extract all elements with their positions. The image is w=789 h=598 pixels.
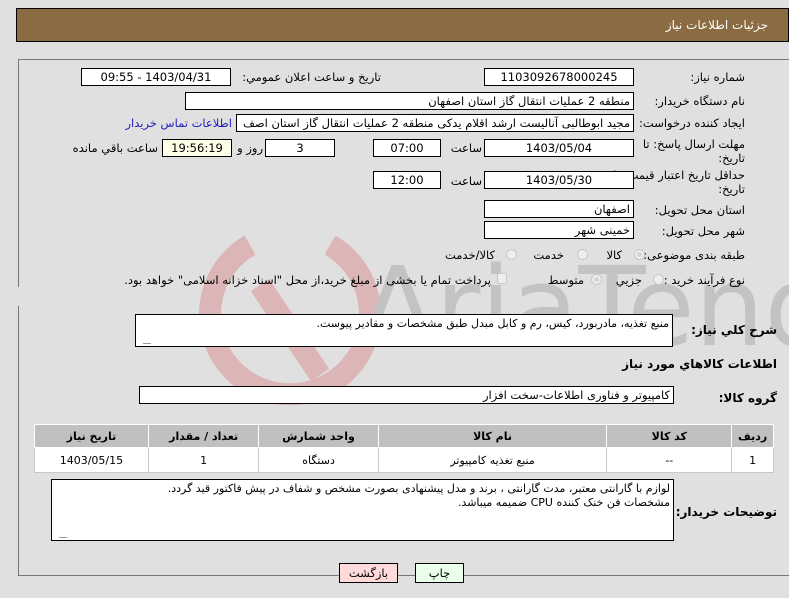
cell-unit: دستگاه	[258, 447, 379, 473]
treasury-payment-note: پرداخت تمام یا بخشی از مبلغ خرید،از محل …	[124, 273, 491, 287]
page-header: جزئیات اطلاعات نیاز	[16, 8, 789, 42]
days-remaining-field: 3	[265, 139, 335, 157]
price-validity-time-label: ساعت	[450, 174, 482, 188]
resize-grip-icon[interactable]	[50, 529, 68, 538]
days-label: روز و	[237, 141, 263, 155]
reply-time-field: 07:00	[373, 139, 441, 157]
category-option-goods-service: کالا/خدمت	[444, 248, 495, 262]
cell-code: --	[606, 447, 733, 473]
col-row: ردیف	[731, 424, 774, 448]
purchase-type-label: نوع فرآیند خرید :	[663, 273, 745, 287]
col-date: تاریخ نیاز	[34, 424, 149, 448]
buyer-org-field: منطقه 2 عملیات انتقال گاز استان اصفهان	[185, 92, 634, 110]
reply-date-field: 1403/05/04	[484, 139, 634, 157]
description-label: شرح كلي نياز:	[691, 323, 777, 337]
cell-name: منبع تغذیه کامپیوتر	[377, 447, 608, 473]
print-button[interactable]: چاپ	[415, 563, 464, 583]
time-remaining-field: 19:56:19	[162, 139, 232, 157]
category-radio-goods-service[interactable]	[506, 249, 517, 260]
price-validity-time-field: 12:00	[373, 171, 441, 189]
resize-grip-icon[interactable]	[134, 335, 152, 344]
announce-datetime-label: تاریخ و ساعت اعلان عمومي:	[242, 70, 381, 84]
reply-deadline-label: مهلت ارسال پاسخ: تا تاریخ:	[642, 137, 745, 165]
need-number-field: 1103092678000245	[484, 68, 634, 86]
page-title: جزئیات اطلاعات نیاز	[665, 18, 768, 32]
delivery-province-label: استان محل تحویل:	[654, 203, 745, 217]
table-row: 1 -- منبع تغذیه کامپیوتر دستگاه 1 1403/0…	[34, 447, 774, 473]
buyer-notes-textarea[interactable]: لوازم با گارانتی معتبر، مدت گارانتی ، بر…	[50, 479, 674, 541]
delivery-city-field: خمینی شهر	[484, 221, 634, 239]
items-table-wrapper: ردیف کد کالا نام کالا واحد شمارش تعداد /…	[34, 424, 774, 473]
price-validity-date-field: 1403/05/30	[484, 171, 634, 189]
col-unit: واحد شمارش	[258, 424, 379, 448]
buyer-contact-link[interactable]: اطلاعات تماس خریدار	[125, 116, 232, 130]
col-code: کد کالا	[606, 424, 733, 448]
buyer-org-label: نام دستگاه خریدار:	[654, 94, 745, 108]
description-textarea[interactable]: منبع تغذیه، مادربورد، کیس، رم و کابل مبد…	[134, 314, 673, 347]
reply-time-label: ساعت	[450, 141, 482, 155]
cell-row: 1	[731, 447, 774, 473]
purchase-option-medium: متوسط	[547, 273, 584, 287]
col-name: نام کالا	[377, 424, 608, 448]
cell-qty: 1	[147, 447, 260, 473]
delivery-city-label: شهر محل تحویل:	[661, 224, 745, 238]
need-number-label: شماره نیاز:	[690, 70, 745, 84]
back-button[interactable]: بازگشت	[339, 563, 398, 583]
buyer-notes-label: توضیحات خریدار:	[675, 505, 777, 519]
purchase-radio-minor[interactable]	[653, 274, 664, 285]
category-option-goods: کالا	[606, 248, 622, 262]
category-radio-service[interactable]	[577, 249, 588, 260]
category-label: طبقه بندی موضوعی:	[643, 248, 745, 262]
treasury-payment-checkbox[interactable]	[497, 273, 507, 284]
requester-label: ایجاد کننده درخواست:	[639, 116, 745, 130]
time-remaining-label: ساعت باقي مانده	[72, 141, 158, 155]
announce-datetime-field: 1403/04/31 - 09:55	[81, 68, 231, 86]
purchase-option-minor: جزیي	[615, 273, 642, 287]
cell-date: 1403/05/15	[34, 447, 149, 473]
goods-section-title: اطلاعات كالاهاي مورد نياز	[622, 357, 777, 371]
table-header-row: ردیف کد کالا نام کالا واحد شمارش تعداد /…	[34, 424, 774, 448]
purchase-radio-medium[interactable]	[591, 274, 602, 285]
buyer-notes-line1: لوازم با گارانتی معتبر، مدت گارانتی ، بر…	[167, 482, 670, 495]
description-text: منبع تغذیه، مادربورد، کیس، رم و کابل مبد…	[316, 317, 669, 330]
items-table: ردیف کد کالا نام کالا واحد شمارش تعداد /…	[34, 424, 774, 473]
goods-group-field: کامپیوتر و فناوری اطلاعات-سخت افزار	[139, 386, 674, 404]
goods-group-label: گروه کالا:	[718, 391, 777, 405]
col-qty: تعداد / مقدار	[147, 424, 260, 448]
category-radio-goods[interactable]	[634, 249, 645, 260]
category-option-service: خدمت	[533, 248, 564, 262]
delivery-province-field: اصفهان	[484, 200, 634, 218]
requester-field: مجید ابوطالبی آنالیست ارشد اقلام یدکی من…	[236, 114, 634, 132]
buyer-notes-line2: مشخصات فن خنک کننده CPU ضمیمه میباشد.	[457, 496, 670, 509]
